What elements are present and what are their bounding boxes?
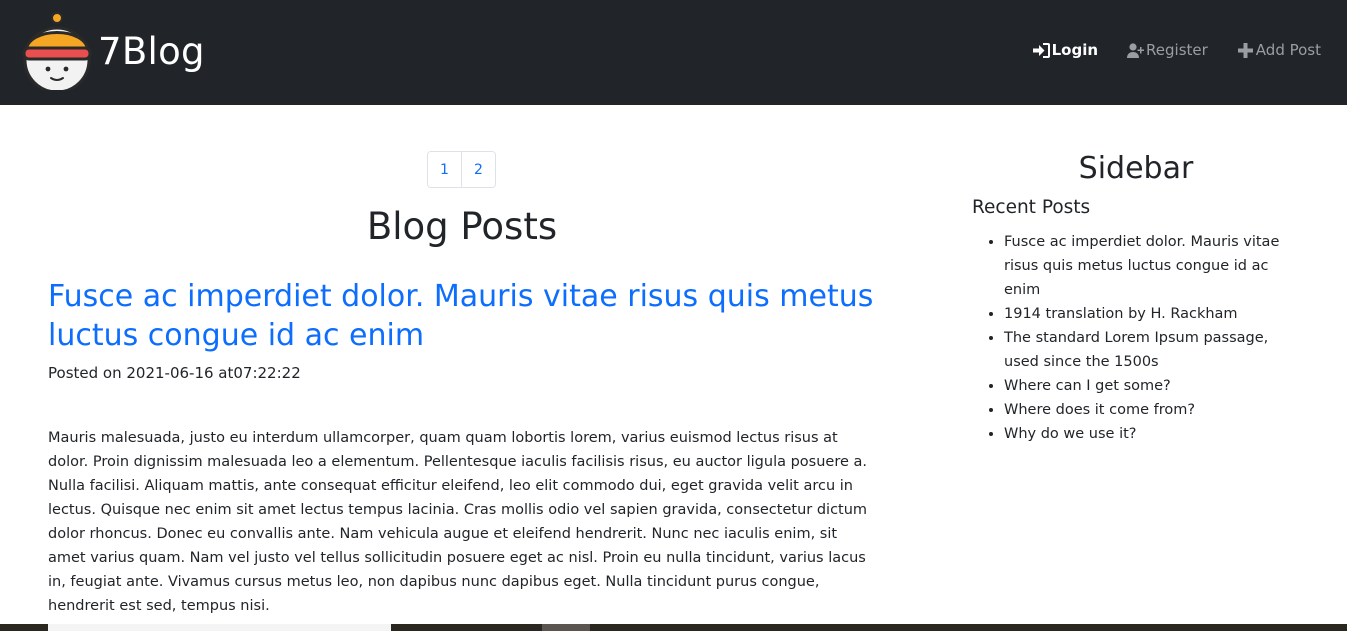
- brand-name: 7Blog: [98, 29, 205, 73]
- taskbar-search-box[interactable]: [48, 624, 391, 631]
- recent-post-link[interactable]: The standard Lorem Ipsum passage, used s…: [1004, 330, 1268, 370]
- list-item: Where does it come from?: [1004, 398, 1304, 422]
- list-item: 1914 translation by H. Rackham: [1004, 302, 1304, 326]
- page-link-1[interactable]: 1: [428, 152, 461, 187]
- login-label: Login: [1051, 41, 1099, 59]
- logo-icon: [22, 12, 92, 90]
- add-post-label: Add Post: [1255, 41, 1321, 59]
- recent-post-link[interactable]: Where does it come from?: [1004, 402, 1195, 418]
- sidebar-title: Sidebar: [1078, 151, 1194, 186]
- post-body: Mauris malesuada, justo eu interdum ulla…: [48, 430, 868, 614]
- recent-posts-heading: Recent Posts: [972, 197, 1091, 218]
- page-title: Blog Posts: [366, 205, 558, 248]
- list-item: Why do we use it?: [1004, 422, 1304, 446]
- post-date: Posted on 2021-06-16 at07:22:22: [48, 364, 301, 382]
- recent-posts-list: Fusce ac imperdiet dolor. Mauris vitae r…: [972, 230, 1304, 446]
- recent-post-link[interactable]: 1914 translation by H. Rackham: [1004, 306, 1238, 322]
- post-title-link[interactable]: Fusce ac imperdiet dolor. Mauris vitae r…: [48, 277, 876, 355]
- recent-post-link[interactable]: Why do we use it?: [1004, 426, 1136, 442]
- plus-icon: [1237, 42, 1253, 58]
- taskbar-app-button[interactable]: [542, 624, 590, 631]
- navbar: 7Blog Login Register Add Post: [0, 0, 1347, 105]
- recent-post-link[interactable]: Where can I get some?: [1004, 378, 1171, 394]
- list-item: Fusce ac imperdiet dolor. Mauris vitae r…: [1004, 230, 1304, 302]
- nav-links: Login Register Add Post: [1032, 41, 1321, 59]
- user-plus-icon: [1127, 42, 1145, 58]
- register-label: Register: [1146, 41, 1208, 59]
- sign-in-icon: [1032, 42, 1050, 58]
- register-link[interactable]: Register: [1127, 41, 1208, 59]
- taskbar: [0, 624, 1347, 631]
- login-link[interactable]: Login: [1032, 41, 1099, 59]
- page-link-2[interactable]: 2: [461, 152, 495, 187]
- pagination: 1 2: [427, 151, 496, 188]
- recent-post-link[interactable]: Fusce ac imperdiet dolor. Mauris vitae r…: [1004, 234, 1279, 298]
- add-post-link[interactable]: Add Post: [1237, 41, 1321, 59]
- list-item: The standard Lorem Ipsum passage, used s…: [1004, 326, 1304, 374]
- list-item: Where can I get some?: [1004, 374, 1304, 398]
- brand-link[interactable]: 7Blog: [20, 12, 205, 90]
